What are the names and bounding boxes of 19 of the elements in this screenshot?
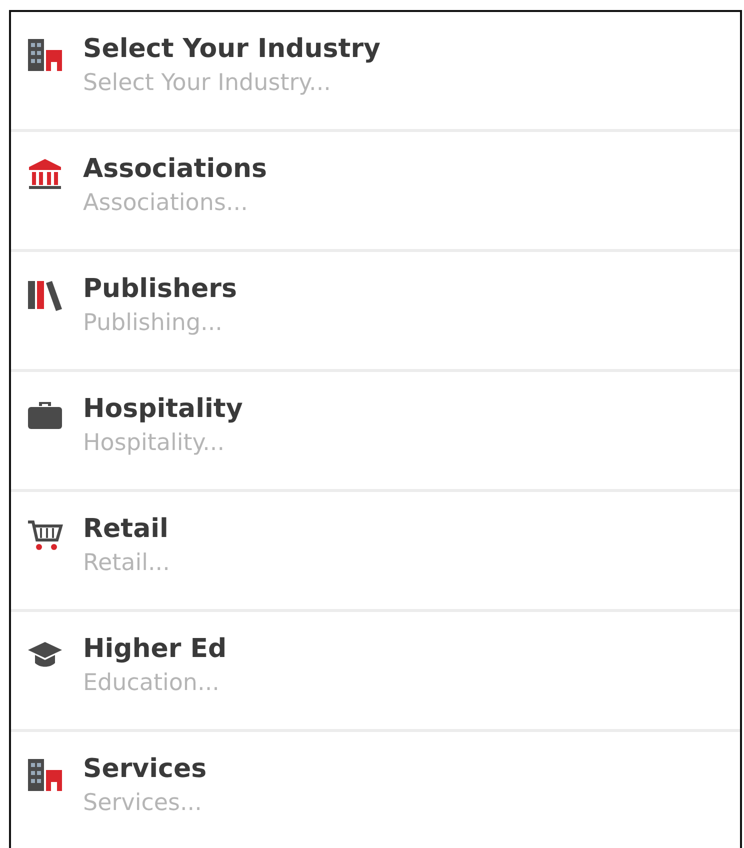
industry-description: Retail... (83, 550, 170, 576)
industry-title: Associations (83, 154, 267, 184)
cart-icon (27, 518, 63, 552)
industry-title: Retail (83, 514, 170, 544)
industry-title: Higher Ed (83, 634, 227, 664)
industry-description: Associations... (83, 190, 249, 216)
industry-title: Hospitality (83, 394, 243, 424)
buildings-icon (27, 758, 63, 792)
industry-description: Services... (83, 790, 203, 816)
bank-icon (27, 158, 63, 192)
industry-title: Services (83, 754, 207, 784)
industry-description: Select Your Industry... (83, 70, 332, 96)
industry-title: Publishers (83, 274, 237, 304)
buildings-icon (27, 38, 63, 72)
books-icon (27, 278, 63, 312)
industry-description: Hospitality... (83, 430, 226, 456)
industry-description: Education... (83, 670, 220, 696)
industry-title: Select Your Industry (83, 34, 380, 64)
industry-description: Publishing... (83, 310, 224, 336)
